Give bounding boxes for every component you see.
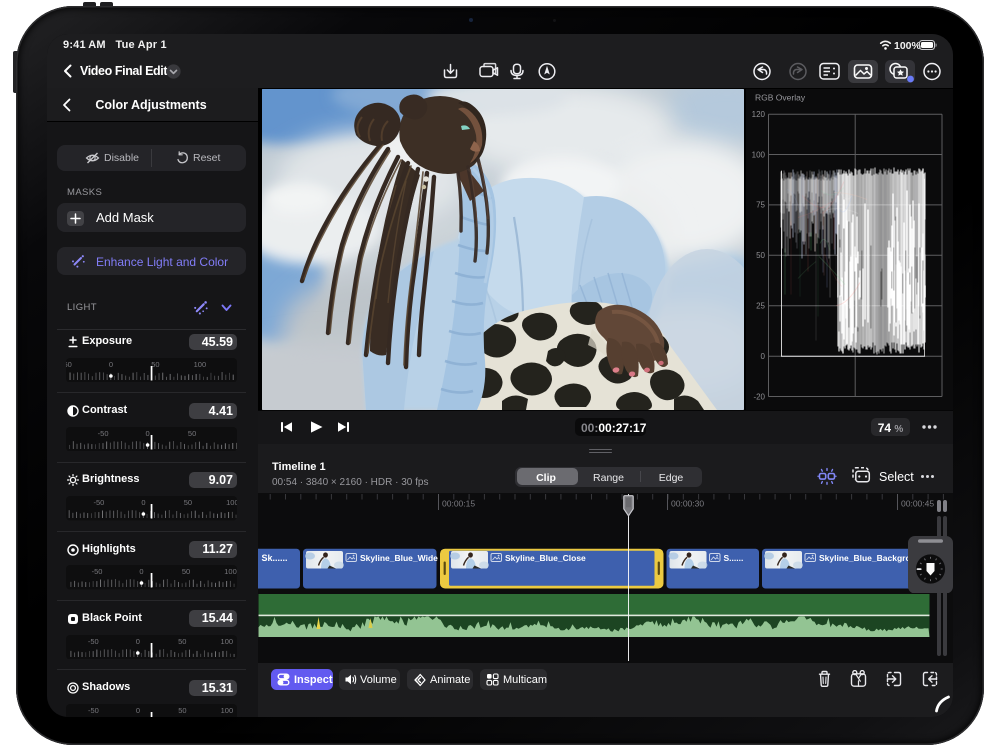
- svg-text:0: 0: [761, 352, 766, 361]
- svg-text:50: 50: [178, 706, 186, 715]
- svg-text:RGB Overlay: RGB Overlay: [755, 92, 806, 102]
- svg-text:100: 100: [194, 360, 207, 369]
- svg-text:0: 0: [136, 637, 140, 646]
- svg-text:100: 100: [224, 567, 237, 576]
- svg-text:50: 50: [178, 637, 186, 646]
- svg-text:S......: S......: [723, 553, 743, 563]
- svg-text:Skyline_Blue_Wide: Skyline_Blue_Wide: [360, 553, 438, 563]
- svg-text:Skyline_Blue_Close: Skyline_Blue_Close: [505, 553, 586, 563]
- svg-text:-50: -50: [88, 706, 99, 715]
- svg-text:50: 50: [182, 567, 190, 576]
- svg-text:100: 100: [226, 498, 237, 507]
- svg-text:0: 0: [139, 567, 143, 576]
- svg-text:0: 0: [141, 498, 145, 507]
- svg-text:75: 75: [756, 200, 765, 209]
- svg-text:50: 50: [188, 429, 196, 438]
- svg-text:50: 50: [151, 360, 159, 369]
- svg-text:50: 50: [184, 498, 192, 507]
- svg-text:50: 50: [756, 251, 765, 260]
- svg-text:-50: -50: [88, 637, 99, 646]
- svg-text:-50: -50: [66, 360, 72, 369]
- svg-text:0: 0: [136, 706, 140, 715]
- svg-text:100: 100: [221, 637, 234, 646]
- svg-text:Sk......: Sk......: [261, 553, 287, 563]
- svg-text:-50: -50: [93, 498, 104, 507]
- svg-text:0: 0: [109, 360, 113, 369]
- svg-text:-50: -50: [92, 567, 103, 576]
- svg-text:0: 0: [146, 429, 150, 438]
- svg-text:-20: -20: [753, 392, 765, 401]
- svg-text:00:00:15: 00:00:15: [442, 499, 475, 509]
- svg-text:Skyline_Blue_Backgroun: Skyline_Blue_Backgroun: [819, 553, 921, 563]
- svg-text:120: 120: [752, 110, 766, 119]
- svg-text:-50: -50: [98, 429, 109, 438]
- svg-text:100: 100: [752, 150, 766, 159]
- svg-text:00:00:45: 00:00:45: [901, 499, 934, 509]
- svg-text:00:00:30: 00:00:30: [671, 499, 704, 509]
- svg-text:100: 100: [221, 706, 234, 715]
- svg-text:25: 25: [756, 301, 765, 310]
